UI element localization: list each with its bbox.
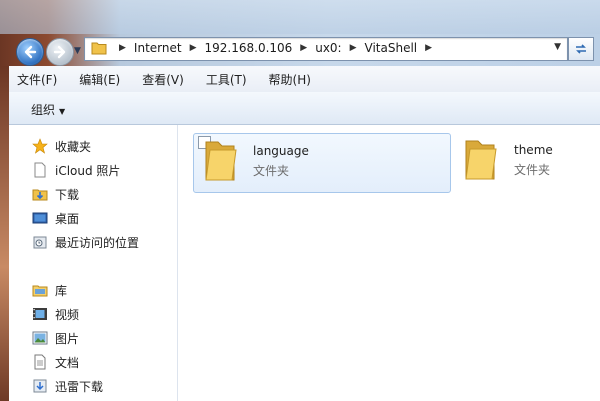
crumb-drive[interactable]: ux0: xyxy=(315,41,341,55)
menu-view[interactable]: 查看(V) xyxy=(134,71,192,88)
desktop-icon xyxy=(32,212,48,224)
address-history-dropdown[interactable]: ▼ xyxy=(554,42,561,52)
crumb-host[interactable]: 192.168.0.106 xyxy=(205,41,293,55)
nav-item-icloud[interactable]: iCloud 照片 xyxy=(34,160,121,180)
video-library-icon xyxy=(33,308,47,320)
picture-library-icon xyxy=(32,331,48,345)
nav-item-recent[interactable]: 最近访问的位置 xyxy=(33,232,140,252)
folder-type: 文件夹 xyxy=(514,163,551,177)
folder-icon xyxy=(465,140,497,180)
organize-button[interactable]: 组织 ▼ xyxy=(31,101,65,118)
nav-item-label: 文档 xyxy=(55,355,80,370)
organize-label: 组织 xyxy=(31,103,56,117)
chevron-right-icon[interactable]: ▶ xyxy=(119,43,126,53)
file-list: language 文件夹 theme 文件夹 xyxy=(178,125,600,401)
back-button[interactable] xyxy=(16,38,44,66)
navigation-pane: 收藏夹 iCloud 照片 下载 桌面 最近访问的位置 库 视频 图片 文档 迅… xyxy=(9,125,178,401)
forward-button[interactable] xyxy=(46,38,74,66)
thunder-download-icon xyxy=(33,379,47,393)
menu-help[interactable]: 帮助(H) xyxy=(261,71,319,88)
chevron-right-icon[interactable]: ▶ xyxy=(300,43,307,53)
nav-item-label: 下载 xyxy=(55,187,80,202)
menu-tools[interactable]: 工具(T) xyxy=(198,71,255,88)
nav-libraries[interactable]: 库 xyxy=(32,280,68,300)
arrow-left-icon xyxy=(24,45,37,59)
document-library-icon xyxy=(34,354,46,370)
chevron-down-icon: ▼ xyxy=(59,107,66,116)
menu-file[interactable]: 文件(F) xyxy=(9,71,65,88)
folder-name: language xyxy=(253,144,309,158)
breadcrumb: ▶ Internet ▶ 192.168.0.106 ▶ ux0: ▶ Vita… xyxy=(111,41,440,55)
folder-item-theme[interactable]: theme 文件夹 xyxy=(458,133,598,191)
chevron-right-icon[interactable]: ▶ xyxy=(190,43,197,53)
library-icon xyxy=(32,285,48,297)
nav-item-desktop[interactable]: 桌面 xyxy=(32,208,80,228)
nav-item-label: 迅雷下载 xyxy=(55,379,104,394)
nav-favorites[interactable]: 收藏夹 xyxy=(32,136,92,156)
arrow-right-icon xyxy=(53,45,66,59)
recent-pages-dropdown[interactable]: ▼ xyxy=(74,46,81,56)
nav-libraries-label: 库 xyxy=(55,283,68,298)
command-bar: 组织 ▼ xyxy=(9,92,600,125)
menu-edit[interactable]: 编辑(E) xyxy=(71,71,128,88)
nav-item-label: 图片 xyxy=(55,331,80,346)
folder-icon xyxy=(91,42,107,55)
star-icon xyxy=(32,138,48,154)
refresh-button[interactable] xyxy=(568,37,594,61)
chevron-right-icon[interactable]: ▶ xyxy=(350,43,357,53)
nav-item-label: 视频 xyxy=(55,307,80,322)
nav-item-thunder[interactable]: 迅雷下载 xyxy=(33,376,104,396)
folder-item-language[interactable]: language 文件夹 xyxy=(193,133,451,193)
icloud-doc-icon xyxy=(34,162,46,178)
folder-name: theme xyxy=(514,143,553,157)
menu-bar: 文件(F) 编辑(E) 查看(V) 工具(T) 帮助(H) xyxy=(9,66,600,93)
recent-places-icon xyxy=(33,236,47,249)
nav-favorites-label: 收藏夹 xyxy=(55,139,92,154)
chevron-right-icon[interactable]: ▶ xyxy=(425,43,432,53)
nav-item-downloads[interactable]: 下载 xyxy=(32,184,80,204)
nav-item-label: 最近访问的位置 xyxy=(55,235,140,250)
crumb-folder[interactable]: VitaShell xyxy=(365,41,418,55)
nav-item-videos[interactable]: 视频 xyxy=(33,304,80,324)
nav-item-label: iCloud 照片 xyxy=(55,163,121,178)
refresh-icon xyxy=(576,44,586,54)
address-bar[interactable]: ▶ Internet ▶ 192.168.0.106 ▶ ux0: ▶ Vita… xyxy=(84,37,568,61)
folder-type: 文件夹 xyxy=(253,164,290,178)
download-folder-icon xyxy=(32,189,48,201)
nav-item-documents[interactable]: 文档 xyxy=(34,352,80,372)
desktop-edge xyxy=(0,66,9,401)
folder-icon xyxy=(205,141,237,181)
nav-item-pictures[interactable]: 图片 xyxy=(32,328,80,348)
crumb-internet[interactable]: Internet xyxy=(134,41,182,55)
nav-item-label: 桌面 xyxy=(55,211,80,226)
